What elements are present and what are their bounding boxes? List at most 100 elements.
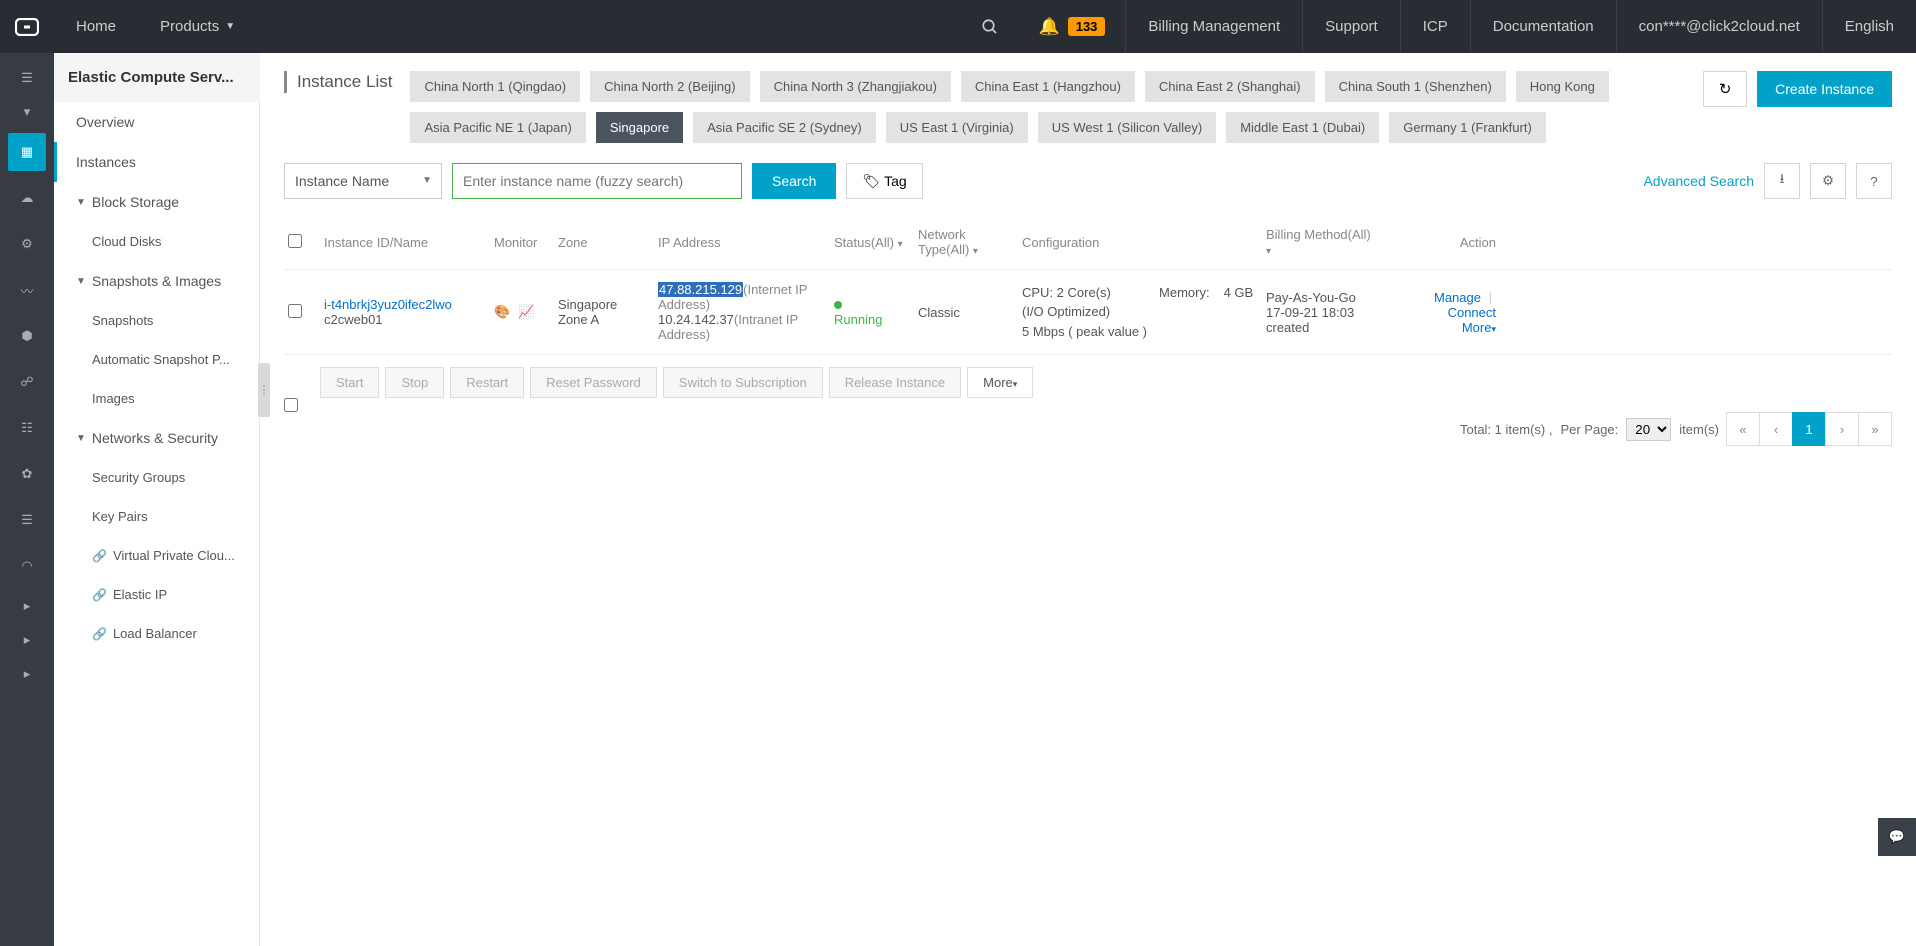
- rail-hex-icon[interactable]: ⬢: [8, 317, 46, 355]
- help-icon: ?: [1870, 174, 1877, 189]
- region-asia-pacific-ne-1-japan-[interactable]: Asia Pacific NE 1 (Japan): [410, 112, 585, 143]
- col-network[interactable]: Network Type(All) ▾: [914, 225, 1018, 259]
- export-button[interactable]: ⭳: [1764, 163, 1800, 199]
- nav-icp[interactable]: ICP: [1400, 0, 1470, 53]
- col-billing[interactable]: Billing Method(All) ▾: [1262, 225, 1380, 259]
- nav-home[interactable]: Home: [54, 0, 138, 53]
- region-china-east-1-hangzhou-[interactable]: China East 1 (Hangzhou): [961, 71, 1135, 102]
- bulk-switch-subscription-button[interactable]: Switch to Subscription: [663, 367, 823, 398]
- pagination: Total: 1 item(s) , Per Page: 20 item(s) …: [320, 412, 1892, 446]
- select-all-checkbox[interactable]: [288, 234, 302, 248]
- monitor-pie-icon[interactable]: 🎨: [494, 304, 510, 320]
- rail-link-icon[interactable]: ☍: [8, 363, 46, 401]
- rail-gear-icon[interactable]: ✿: [8, 455, 46, 493]
- sidebar-item-auto-snapshot[interactable]: Automatic Snapshot P...: [54, 340, 259, 379]
- rail-stack-icon[interactable]: ☰: [8, 501, 46, 539]
- more-link[interactable]: More▾: [1462, 320, 1496, 335]
- sidebar-item-instances[interactable]: Instances: [54, 142, 259, 182]
- bulk-restart-button[interactable]: Restart: [450, 367, 524, 398]
- chevron-down-icon: ▾: [1013, 379, 1018, 389]
- region-asia-pacific-se-2-sydney-[interactable]: Asia Pacific SE 2 (Sydney): [693, 112, 876, 143]
- region-hong-kong[interactable]: Hong Kong: [1516, 71, 1609, 102]
- region-middle-east-1-dubai-[interactable]: Middle East 1 (Dubai): [1226, 112, 1379, 143]
- select-all-footer-checkbox[interactable]: [284, 398, 298, 412]
- advanced-search-link[interactable]: Advanced Search: [1643, 173, 1754, 189]
- page-1[interactable]: 1: [1792, 412, 1826, 446]
- sidebar-item-cloud-disks[interactable]: Cloud Disks: [54, 222, 259, 261]
- region-china-south-1-shenzhen-[interactable]: China South 1 (Shenzhen): [1325, 71, 1506, 102]
- sidebar-item-security-groups[interactable]: Security Groups: [54, 458, 259, 497]
- sidebar-item-key-pairs[interactable]: Key Pairs: [54, 497, 259, 536]
- page-first[interactable]: «: [1726, 412, 1760, 446]
- connect-link[interactable]: Connect: [1448, 305, 1496, 320]
- rail-network-icon[interactable]: ⚙: [8, 225, 46, 263]
- bulk-release-button[interactable]: Release Instance: [829, 367, 961, 398]
- sidebar-item-load-balancer[interactable]: 🔗 Load Balancer: [54, 614, 259, 653]
- create-instance-button[interactable]: Create Instance: [1757, 71, 1892, 107]
- region-singapore[interactable]: Singapore: [596, 112, 683, 143]
- bulk-more-button[interactable]: More▾: [967, 367, 1033, 398]
- rail-monitor-icon[interactable]: 〰: [8, 271, 46, 309]
- rail-expand-3-icon[interactable]: ▸: [8, 661, 46, 687]
- sidebar-item-eip[interactable]: 🔗 Elastic IP: [54, 575, 259, 614]
- billing-cell: Pay-As-You-Go 17-09-21 18:03 created: [1262, 288, 1380, 337]
- sidebar-collapse-handle[interactable]: ⋮: [258, 363, 270, 417]
- sidebar-item-snapshots[interactable]: Snapshots: [54, 301, 259, 340]
- instance-id-link[interactable]: i-t4nbrkj3yuz0ifec2lwo: [324, 297, 486, 312]
- feedback-button[interactable]: 💬: [1878, 818, 1916, 856]
- nav-notifications[interactable]: 🔔 133: [1019, 0, 1126, 53]
- rail-ecs-icon[interactable]: ▦: [8, 133, 46, 171]
- row-checkbox[interactable]: [288, 304, 302, 318]
- col-status[interactable]: Status(All) ▾: [830, 233, 914, 252]
- nav-language[interactable]: English: [1822, 0, 1916, 53]
- tag-button[interactable]: 🏷 Tag: [846, 163, 922, 199]
- nav-user[interactable]: con****@click2cloud.net: [1616, 0, 1822, 53]
- monitor-chart-icon[interactable]: 📈: [518, 304, 534, 320]
- region-germany-1-frankfurt-[interactable]: Germany 1 (Frankfurt): [1389, 112, 1546, 143]
- nav-search-button[interactable]: [961, 0, 1019, 53]
- status-label: Running: [834, 312, 882, 327]
- region-china-north-2-beijing-[interactable]: China North 2 (Beijing): [590, 71, 750, 102]
- region-china-north-1-qingdao-[interactable]: China North 1 (Qingdao): [410, 71, 580, 102]
- rail-menu-icon[interactable]: ☰: [8, 65, 46, 91]
- settings-button[interactable]: ⚙: [1810, 163, 1846, 199]
- sidebar-item-networks-security[interactable]: ▼ Networks & Security: [54, 418, 259, 458]
- region-us-east-1-virginia-[interactable]: US East 1 (Virginia): [886, 112, 1028, 143]
- sidebar-item-snapshots-images[interactable]: ▼ Snapshots & Images: [54, 261, 259, 301]
- region-china-east-2-shanghai-[interactable]: China East 2 (Shanghai): [1145, 71, 1315, 102]
- nav-docs[interactable]: Documentation: [1470, 0, 1616, 53]
- nav-billing[interactable]: Billing Management: [1125, 0, 1302, 53]
- page-next[interactable]: ›: [1825, 412, 1859, 446]
- rail-arc-icon[interactable]: ◠: [8, 547, 46, 585]
- refresh-button[interactable]: ↻: [1703, 71, 1747, 107]
- page-last[interactable]: »: [1858, 412, 1892, 446]
- rail-expand-2-icon[interactable]: ▸: [8, 627, 46, 653]
- sidebar-item-overview[interactable]: Overview: [54, 102, 259, 142]
- chevron-down-icon: ▾: [1491, 324, 1496, 334]
- help-button[interactable]: ?: [1856, 163, 1892, 199]
- region-china-north-3-zhangjiakou-[interactable]: China North 3 (Zhangjiakou): [760, 71, 951, 102]
- search-input[interactable]: [452, 163, 742, 199]
- sidebar-item-block-storage[interactable]: ▼ Block Storage: [54, 182, 259, 222]
- rail-cloud-icon[interactable]: ☁: [8, 179, 46, 217]
- nav-support[interactable]: Support: [1302, 0, 1400, 53]
- bulk-stop-button[interactable]: Stop: [385, 367, 444, 398]
- nav-products[interactable]: Products ▼: [138, 0, 257, 53]
- chat-icon: 💬: [1889, 829, 1905, 845]
- rail-expand-1-icon[interactable]: ▸: [8, 593, 46, 619]
- search-button[interactable]: Search: [752, 163, 836, 199]
- sidebar-item-vpc[interactable]: 🔗 Virtual Private Clou...: [54, 536, 259, 575]
- per-page-select[interactable]: 20: [1626, 418, 1671, 441]
- bulk-reset-password-button[interactable]: Reset Password: [530, 367, 657, 398]
- rail-db-icon[interactable]: ☷: [8, 409, 46, 447]
- sidebar-item-images[interactable]: Images: [54, 379, 259, 418]
- manage-link[interactable]: Manage: [1434, 290, 1481, 305]
- search-by-select[interactable]: Instance Name: [284, 163, 442, 199]
- bulk-start-button[interactable]: Start: [320, 367, 379, 398]
- rail-chevron-down-icon[interactable]: ▾: [8, 99, 46, 125]
- col-monitor: Monitor: [490, 233, 554, 252]
- page-prev[interactable]: ‹: [1759, 412, 1793, 446]
- brand-logo[interactable]: [0, 0, 54, 53]
- chevron-down-icon: ▼: [225, 21, 235, 32]
- region-us-west-1-silicon-valley-[interactable]: US West 1 (Silicon Valley): [1038, 112, 1217, 143]
